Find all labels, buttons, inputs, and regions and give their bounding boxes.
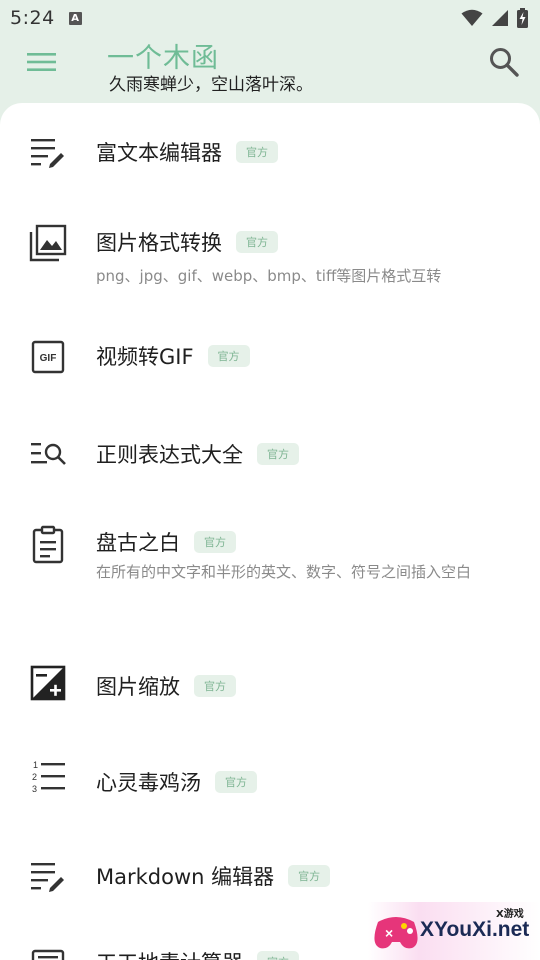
tool-list: 富文本编辑器 官方 图片格式转换 官方 png、jpg、gif、webp、bmp… [0, 103, 540, 960]
search-icon [490, 48, 519, 77]
tool-row: 心灵毒鸡汤 官方 [96, 767, 257, 797]
exposure-icon [28, 663, 68, 703]
clipboard-text-icon [28, 525, 68, 565]
official-badge: 官方 [194, 675, 236, 697]
svg-text:1: 1 [33, 760, 38, 770]
hamburger-menu-icon [27, 53, 56, 71]
official-badge: 官方 [207, 345, 250, 367]
tool-row: 视频转GIF 官方 [96, 341, 250, 371]
calculator-icon [28, 947, 68, 960]
official-badge: 官方 [288, 865, 331, 887]
svg-text:3: 3 [32, 784, 37, 794]
edit-notes-icon [28, 857, 68, 897]
tool-name: 视频转GIF [96, 345, 194, 369]
tool-row: 正则表达式大全 官方 [96, 439, 299, 469]
gamepad-logo-icon: × [374, 917, 418, 949]
tool-row: 工工地责计算器 官方 [96, 947, 299, 960]
official-badge: 官方 [257, 951, 299, 960]
tool-name: 正则表达式大全 [96, 443, 243, 467]
tool-description: 在所有的中文字和半形的英文、数字、符号之间插入空白 [96, 563, 472, 581]
photo-library-icon [28, 223, 68, 263]
status-left: 5:24 A [10, 7, 82, 29]
svg-text:×: × [385, 925, 393, 941]
tool-row: 图片缩放 官方 [96, 671, 236, 701]
tool-item-regex-collection[interactable]: 正则表达式大全 官方 [0, 403, 540, 501]
svg-text:GIF: GIF [40, 353, 57, 364]
edit-notes-icon [28, 133, 68, 173]
tool-item-video-to-gif[interactable]: GIF 视频转GIF 官方 [0, 303, 540, 403]
numbered-list-icon: 1 2 3 [28, 757, 68, 797]
tool-item-chicken-soup[interactable]: 1 2 3 心灵毒鸡汤 官方 [0, 739, 540, 835]
official-badge: 官方 [236, 231, 278, 253]
wifi-icon [461, 9, 483, 26]
signal-icon [492, 10, 508, 26]
tool-name: 图片格式转换 [96, 231, 222, 255]
tool-name: 富文本编辑器 [96, 141, 222, 165]
tool-item-image-resize[interactable]: 图片缩放 官方 [0, 643, 540, 739]
tool-name: 图片缩放 [96, 675, 180, 699]
tool-name: 工工地责计算器 [96, 947, 243, 960]
watermark: × X游戏 XYouXi.net [368, 902, 540, 960]
status-time: 5:24 [10, 7, 55, 29]
tool-name: 盘古之白 [96, 531, 180, 555]
notification-icon: A [68, 11, 82, 25]
tool-item-image-format-convert[interactable]: 图片格式转换 官方 png、jpg、gif、webp、bmp、tiff等图片格式… [0, 191, 540, 303]
menu-button[interactable] [26, 50, 58, 74]
tool-item-pangu-spacing[interactable]: 盘古之白 官方 在所有的中文字和半形的英文、数字、符号之间插入空白 [0, 501, 540, 643]
status-right [461, 8, 528, 28]
tool-row: Markdown 编辑器 官方 [96, 861, 331, 891]
tool-item-rich-text-editor[interactable]: 富文本编辑器 官方 [0, 103, 540, 191]
official-badge: 官方 [215, 771, 257, 793]
tool-row: 盘古之白 官方 [96, 527, 236, 557]
status-bar: 5:24 A [0, 0, 540, 36]
tool-description: png、jpg、gif、webp、bmp、tiff等图片格式互转 [96, 267, 442, 285]
list-search-icon [28, 433, 68, 473]
official-badge: 官方 [236, 141, 278, 163]
tool-row: 图片格式转换 官方 [96, 227, 278, 257]
app-bar: 一个木函 久雨寒蝉少，空山落叶深。 [0, 36, 540, 102]
tool-name: Markdown 编辑器 [96, 865, 275, 889]
svg-text:2: 2 [32, 772, 37, 782]
tool-row: 富文本编辑器 官方 [96, 137, 278, 167]
official-badge: 官方 [257, 443, 299, 465]
tool-name: 心灵毒鸡汤 [96, 771, 201, 795]
app-subtitle: 久雨寒蝉少，空山落叶深。 [109, 75, 313, 95]
search-button[interactable] [488, 46, 520, 78]
official-badge: 官方 [194, 531, 236, 553]
watermark-main-text: XYouXi.net [420, 918, 530, 941]
gif-box-icon: GIF [28, 337, 68, 377]
battery-charging-icon [517, 8, 528, 28]
